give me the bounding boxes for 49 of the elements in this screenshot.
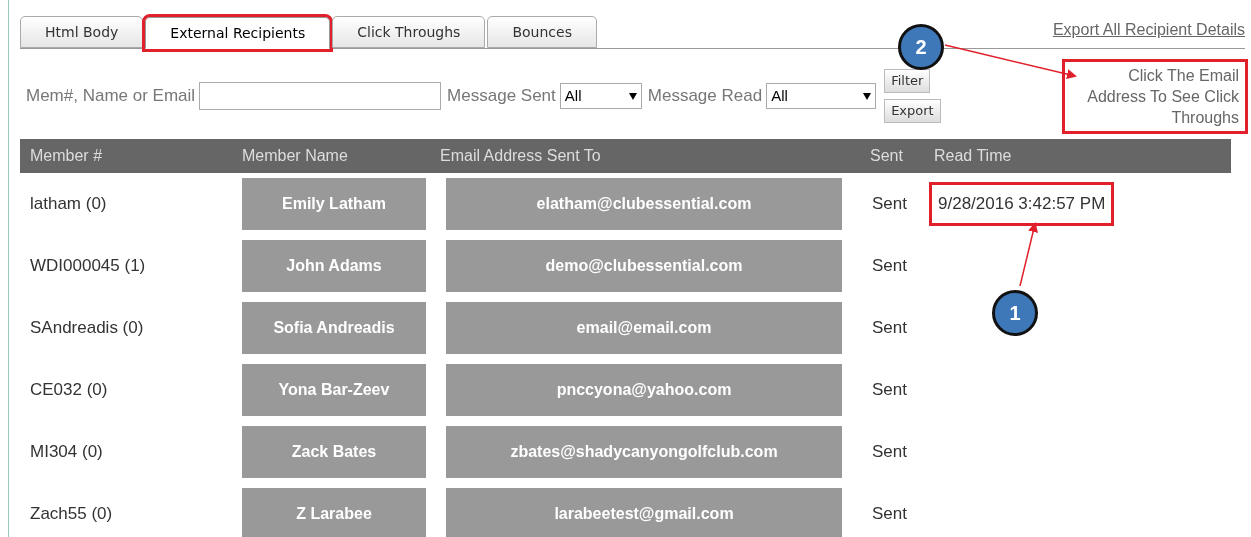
- arrow: [1019, 222, 1038, 287]
- member-name-button[interactable]: Yona Bar-Zeev: [242, 364, 426, 416]
- column-header: Read Time: [933, 146, 1012, 166]
- export-button[interactable]: Export: [884, 99, 941, 123]
- column-header: Sent: [869, 146, 904, 166]
- dropdown-icon: [863, 92, 872, 100]
- sent-cell-text: Sent: [872, 503, 908, 526]
- callout-badge: 2: [898, 24, 944, 70]
- member-name-button[interactable]: John Adams: [242, 240, 426, 292]
- search-field[interactable]: [199, 82, 442, 110]
- member-cell-text: latham (0): [29, 193, 108, 216]
- email-button[interactable]: pnccyona@yahoo.com: [446, 364, 842, 416]
- tab[interactable]: External Recipients: [145, 17, 331, 49]
- email-button[interactable]: demo@clubessential.com: [446, 240, 842, 292]
- callout-badge: 1: [992, 290, 1038, 336]
- help-text: Click The Email Address To See Click Throughs: [1065, 61, 1245, 131]
- email-button[interactable]: email@email.com: [446, 302, 842, 354]
- tab[interactable]: Html Body: [20, 16, 144, 48]
- sent-cell-text: Sent: [872, 255, 908, 278]
- member-cell-text: WDI000045 (1): [29, 255, 147, 278]
- sent-cell-text: Sent: [872, 193, 908, 216]
- read-label: Message Read: [647, 85, 763, 108]
- column-header: Member Name: [241, 146, 349, 166]
- member-cell-text: MI304 (0): [29, 441, 104, 464]
- column-header: Email Address Sent To: [439, 146, 602, 166]
- sent-cell-text: Sent: [872, 379, 908, 402]
- member-cell-text: CE032 (0): [29, 379, 109, 402]
- sent-cell-text: Sent: [872, 441, 908, 464]
- email-button[interactable]: larabeetest@gmail.com: [446, 488, 842, 537]
- sent-cell-text: Sent: [872, 317, 908, 340]
- export-all-link[interactable]: Export All Recipient Details: [1052, 18, 1245, 42]
- sent-label: Message Sent: [447, 85, 556, 108]
- tab[interactable]: Bounces: [487, 16, 597, 48]
- member-name-button[interactable]: Sofia Andreadis: [242, 302, 426, 354]
- search-label: Mem#, Name or Email: [26, 85, 196, 108]
- read-time-cell: 9/28/2016 3:42:57 PM: [932, 185, 1112, 223]
- member-cell-text: SAndreadis (0): [29, 317, 145, 340]
- email-button[interactable]: zbates@shadycanyongolfclub.com: [446, 426, 842, 478]
- dropdown-icon: [628, 92, 637, 100]
- sent-select[interactable]: All: [559, 83, 642, 109]
- member-name-button[interactable]: Zack Bates: [242, 426, 426, 478]
- tab[interactable]: Click Throughs: [332, 16, 486, 48]
- member-name-button[interactable]: Z Larabee: [242, 488, 426, 537]
- filter-button[interactable]: Filter: [884, 69, 931, 93]
- member-cell-text: Zach55 (0): [29, 503, 114, 526]
- read-select[interactable]: All: [766, 83, 877, 109]
- column-header: Member #: [29, 146, 104, 166]
- member-name-button[interactable]: Emily Latham: [242, 178, 426, 230]
- email-button[interactable]: elatham@clubessential.com: [446, 178, 842, 230]
